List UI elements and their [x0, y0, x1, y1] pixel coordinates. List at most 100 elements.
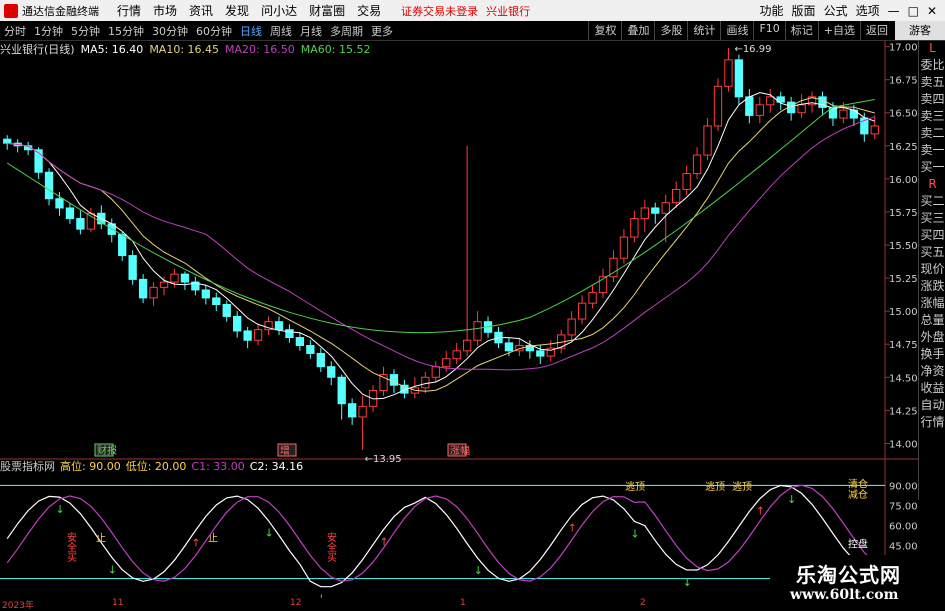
watermark-title: 乐淘公式网 — [796, 563, 901, 587]
menu-item-wealth[interactable]: 财富圈 — [309, 2, 345, 19]
side-item-4: 卖二 — [920, 126, 945, 140]
side-item-20[interactable]: 行情 — [919, 414, 945, 431]
tab-more[interactable]: 更多 — [371, 23, 393, 39]
candle-body — [233, 315, 242, 332]
candle-body — [682, 173, 691, 190]
tab-1min[interactable]: 1分钟 — [34, 23, 63, 39]
time-label-12: 12 — [290, 598, 302, 608]
side-item-12: 涨跌 — [920, 279, 945, 293]
side-item-13: 涨幅 — [920, 296, 945, 310]
indicator-axis-label: 75.00 — [889, 501, 918, 512]
candle-body — [452, 350, 461, 360]
candle-body — [797, 104, 806, 114]
side-item-7: 买二 — [920, 194, 945, 208]
menu-item-news[interactable]: 资讯 — [189, 2, 213, 19]
down-arrow-icon: ↓ — [630, 527, 639, 540]
up-arrow-icon: ↑ — [568, 522, 577, 535]
tab-5min[interactable]: 5分钟 — [71, 23, 100, 39]
indicator-c1: C1: 33.00 — [191, 459, 245, 473]
down-arrow-icon: ↓ — [683, 576, 692, 589]
candle-body — [128, 255, 137, 280]
maximize-icon[interactable]: □ — [908, 4, 919, 18]
safe-signal-label: 安全买 — [65, 531, 77, 563]
indicator-zone-label: 减仓 — [848, 488, 868, 501]
menu-options[interactable]: 选项 — [856, 2, 880, 19]
candle-body — [253, 329, 263, 341]
draw-line-button[interactable]: 画线 — [720, 21, 753, 40]
indicator-axis-label: 45.00 — [889, 541, 918, 552]
side-item-3: 卖三 — [920, 109, 945, 123]
candle-body — [640, 207, 649, 220]
candle-body — [692, 154, 702, 175]
candle-body — [337, 376, 346, 405]
candle-body — [431, 366, 440, 378]
candle-body — [724, 59, 733, 87]
candle-body — [870, 125, 879, 135]
menu-layout[interactable]: 版面 — [792, 2, 816, 19]
candle-body — [745, 96, 754, 116]
menu-item-discover[interactable]: 发现 — [225, 2, 249, 19]
stock-link[interactable]: 兴业银行 — [486, 3, 530, 19]
tab-intraday[interactable]: 分时 — [4, 23, 26, 39]
down-arrow-icon: ↓ — [787, 493, 796, 506]
chart-toolbar: 复权 叠加 多股 统计 画线 F10 标记 +自选 返回 — [588, 21, 893, 40]
app-logo-icon — [4, 3, 18, 18]
indicator-name[interactable]: 股票指标网 — [0, 458, 55, 474]
candle-body — [839, 109, 848, 119]
side-item-5: 卖一 — [920, 143, 945, 157]
candle-body — [630, 218, 639, 238]
multi-stock-button[interactable]: 多股 — [654, 21, 687, 40]
side-item-19[interactable]: 自动 — [919, 397, 945, 414]
menu-formula[interactable]: 公式 — [824, 2, 848, 19]
candle-body — [672, 188, 681, 204]
time-label-1: 1 — [460, 598, 466, 608]
candle-body — [504, 342, 514, 352]
add-watchlist-button[interactable]: +自选 — [817, 21, 860, 40]
up-arrow-icon: ↑ — [756, 505, 765, 518]
stop-signal-label: 止 — [208, 532, 218, 544]
menu-functions[interactable]: 功能 — [760, 2, 784, 19]
candle-body — [766, 96, 775, 106]
indicator-zone-label: 逃顶 — [705, 480, 725, 493]
indicator-axis-label: 90.00 — [889, 481, 918, 492]
candle-body — [138, 278, 148, 299]
stats-button[interactable]: 统计 — [687, 21, 720, 40]
f10-button[interactable]: F10 — [753, 21, 784, 40]
indicator-c2: C2: 34.16 — [249, 459, 304, 473]
login-notice[interactable]: 证券交易未登录 — [401, 3, 478, 19]
indicator-zone-label: 清仓 — [848, 477, 868, 490]
indicator-zone-label: 控盘 — [848, 537, 868, 550]
close-icon[interactable]: ✕ — [927, 4, 937, 18]
quote-side-panel: L 委比 卖五 卖四 卖三 卖二 卖一 买一 R 买二 买三 买四 买五 现价 … — [918, 40, 945, 500]
overlay-button[interactable]: 叠加 — [621, 21, 654, 40]
candle-body — [442, 358, 451, 368]
tab-60min[interactable]: 60分钟 — [196, 23, 232, 39]
back-button[interactable]: 返回 — [860, 21, 893, 40]
menu-right: 功能 版面 公式 选项 — □ ✕ — [760, 0, 945, 21]
candle-body — [473, 321, 482, 341]
tab-multi-period[interactable]: 多周期 — [330, 23, 363, 39]
safe-signal-label: 安全买 — [325, 531, 337, 563]
restore-rights-button[interactable]: 复权 — [588, 21, 621, 40]
menu-item-market[interactable]: 行情 — [117, 2, 141, 19]
tab-monthly[interactable]: 月线 — [300, 23, 322, 39]
tab-weekly[interactable]: 周线 — [270, 23, 292, 39]
candle-body — [306, 345, 315, 354]
tab-daily[interactable]: 日线 — [240, 23, 262, 39]
tab-15min[interactable]: 15分钟 — [108, 23, 144, 39]
candle-body — [76, 218, 85, 230]
candle-body — [222, 304, 231, 317]
tab-30min[interactable]: 30分钟 — [152, 23, 188, 39]
menu-item-trade[interactable]: 交易 — [357, 2, 381, 19]
kline-chart[interactable]: 17.00 16.75 16.50 16.25 16.00 15.75 15.50 15.25… — [0, 40, 918, 598]
price-axis-label: 15.00 — [889, 307, 918, 318]
candle-body — [3, 138, 12, 144]
guest-label[interactable]: 游客 — [895, 21, 945, 40]
minimize-icon[interactable]: — — [888, 4, 900, 18]
menu-item-exchange[interactable]: 市场 — [153, 2, 177, 19]
menu-item-ask[interactable]: 问小达 — [261, 2, 297, 19]
mark-button[interactable]: 标记 — [784, 21, 818, 40]
candle-body — [65, 207, 75, 220]
candle-body — [149, 286, 158, 299]
down-arrow-icon: ↓ — [474, 564, 483, 577]
